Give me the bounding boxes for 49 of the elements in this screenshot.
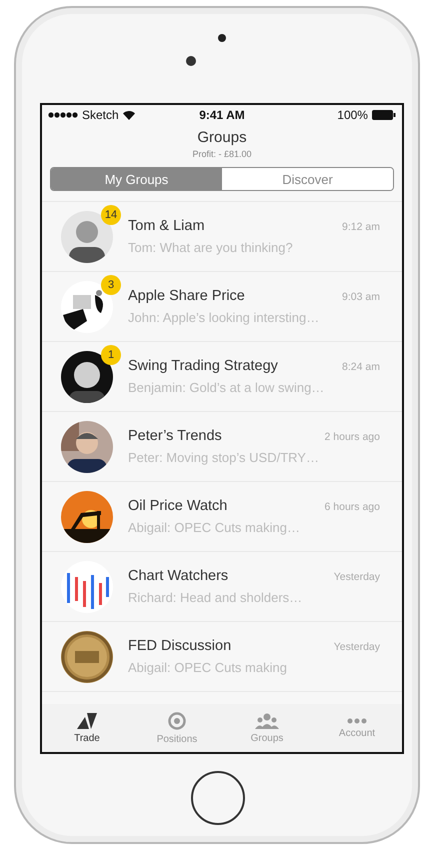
group-name: Oil Price Watch — [128, 498, 228, 514]
screen-title: Groups — [196, 129, 248, 146]
group-name: Apple Share Price — [128, 288, 245, 304]
triangle-logo-icon — [77, 712, 97, 728]
target-icon — [168, 712, 186, 730]
message-preview: John: Apple’s looking intersting… — [128, 310, 320, 325]
battery-icon — [372, 110, 396, 120]
clock-time: 9:41 AM — [199, 108, 245, 122]
group-name: Chart Watchers — [128, 568, 228, 584]
message-preview: Richard: Head and sholders… — [128, 590, 304, 605]
message-time: 8:24 am — [342, 361, 380, 373]
unread-count: 14 — [101, 204, 121, 224]
segment-tab[interactable]: Discover — [222, 168, 393, 190]
group-row[interactable]: FED Discussion Yesterday Abigail: OPEC Cuts making — [42, 622, 402, 692]
unread-count: 1 — [101, 344, 121, 364]
more-icon — [347, 718, 367, 724]
profit-summary: Profit: - £81.00 — [191, 149, 253, 159]
message-time: 6 hours ago — [324, 501, 380, 513]
wifi-icon — [122, 110, 135, 120]
group-name: Swing Trading Strategy — [128, 358, 278, 374]
message-time: 9:12 am — [342, 221, 380, 233]
group-name: Tom & Liam — [128, 218, 205, 234]
sensor-dot — [218, 34, 226, 42]
signal-icon — [48, 112, 78, 118]
unread-count: 3 — [101, 274, 121, 294]
message-preview: Benjamin: Gold’s at a low swing… — [128, 380, 326, 395]
group-name: FED Discussion — [128, 638, 232, 654]
message-preview: Peter: Moving stop’s USD/TRY… — [128, 450, 320, 465]
message-time: Yesterday — [334, 571, 380, 583]
home-button[interactable] — [191, 771, 245, 825]
group-row[interactable]: Peter’s Trends 2 hours ago Peter: Moving stop’s USD/TRY… — [42, 412, 402, 482]
message-preview: Tom: What are you thinking? — [128, 240, 294, 255]
group-row[interactable]: 3 Apple Share Price 9:03 am John: Apple’s looking intersting… — [42, 272, 402, 342]
message-time: Yesterday — [334, 641, 380, 653]
people-icon — [255, 712, 279, 728]
tab-item[interactable]: Trade — [42, 704, 132, 752]
group-row[interactable]: Chart Watchers Yesterday Richard: Head and sholders… — [42, 552, 402, 622]
message-time: 2 hours ago — [324, 431, 380, 443]
battery-percent: 100% — [337, 108, 368, 122]
message-preview: Abigail: OPEC Cuts making — [128, 660, 288, 675]
group-row[interactable]: 1 Swing Trading Strategy 8:24 am Benjamin: Gold’s at a low swing… — [42, 342, 402, 412]
group-name: Peter’s Trends — [128, 428, 222, 444]
carrier-name: Sketch — [82, 108, 119, 122]
group-row[interactable]: 14 Tom & Liam 9:12 am Tom: What are you thinking? — [42, 202, 402, 272]
camera-lens — [186, 56, 196, 66]
group-row[interactable]: Oil Price Watch 6 hours ago Abigail: OPEC Cuts making… — [42, 482, 402, 552]
segment-tab[interactable]: My Groups — [51, 168, 222, 190]
message-preview: Abigail: OPEC Cuts making… — [128, 520, 301, 535]
message-time: 9:03 am — [342, 291, 380, 303]
